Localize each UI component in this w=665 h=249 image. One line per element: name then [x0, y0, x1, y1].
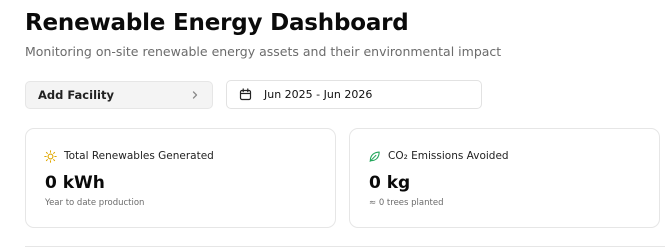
add-facility-label: Add Facility: [38, 88, 114, 102]
card-note: Year to date production: [45, 198, 145, 208]
add-facility-button[interactable]: Add Facility: [25, 81, 213, 109]
card-value: 0 kWh: [45, 173, 105, 193]
section-divider: [25, 246, 665, 247]
card-note: ≈ 0 trees planted: [369, 198, 444, 208]
co2-avoided-card: CO₂ Emissions Avoided 0 kg ≈ 0 trees pla…: [349, 128, 660, 228]
total-renewables-card: Total Renewables Generated 0 kWh Year to…: [25, 128, 336, 228]
date-range-picker[interactable]: Jun 2025 - Jun 2026: [226, 80, 482, 109]
card-value: 0 kg: [369, 173, 411, 193]
page-title: Renewable Energy Dashboard: [25, 10, 409, 36]
calendar-icon: [239, 88, 253, 102]
chevron-right-icon: [190, 90, 200, 100]
leaf-icon: [368, 149, 382, 163]
sun-icon: [44, 149, 58, 163]
date-range-label: Jun 2025 - Jun 2026: [264, 88, 373, 101]
card-title: CO₂ Emissions Avoided: [388, 150, 509, 162]
page-subtitle: Monitoring on-site renewable energy asse…: [25, 44, 502, 59]
card-title: Total Renewables Generated: [64, 150, 214, 162]
